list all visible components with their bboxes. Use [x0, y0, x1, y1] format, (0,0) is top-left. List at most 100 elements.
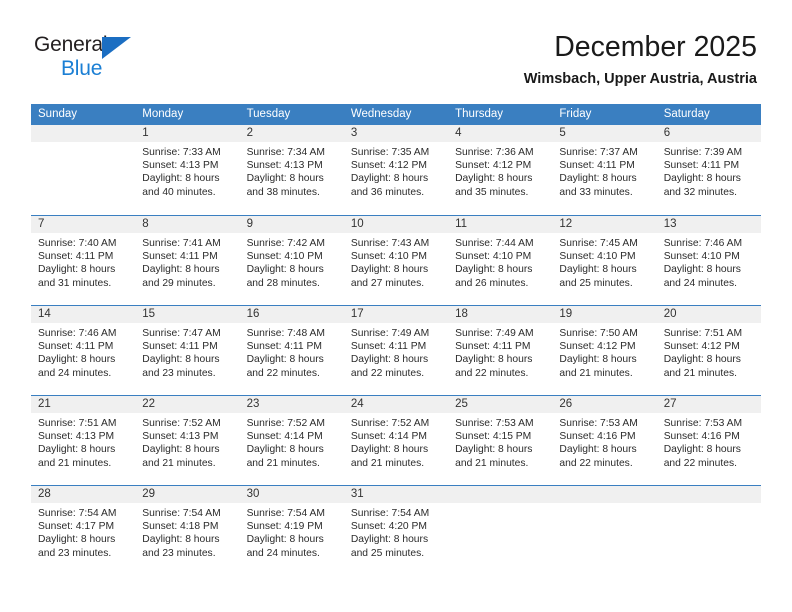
day-info-line: and 33 minutes.: [559, 186, 633, 198]
day-number: 29: [135, 486, 240, 503]
day-info-line: Sunrise: 7:40 AM: [38, 238, 117, 249]
day-info-line: Sunset: 4:11 PM: [455, 341, 531, 353]
day-sun-info: Sunrise: 7:39 AM Sunset: 4:11 PM Daylight:…: [657, 142, 761, 199]
day-info-line: Sunset: 4:10 PM: [350, 251, 427, 263]
day-cell-empty: [656, 486, 761, 575]
day-cell-19[interactable]: 19 Sunrise: 7:50 AM Sunset: 4:12 PM Dayligh…: [552, 306, 657, 395]
day-sun-info: Sunrise: 7:45 AM Sunset: 4:10 PM Daylight:…: [552, 233, 656, 290]
day-number: [448, 486, 553, 503]
day-info-line: Sunrise: 7:37 AM: [559, 147, 638, 158]
day-info-line: and 22 minutes.: [455, 367, 529, 379]
day-sun-info: Sunrise: 7:52 AM Sunset: 4:14 PM Daylight:…: [344, 413, 448, 470]
day-cell-28[interactable]: 28 Sunrise: 7:54 AM Sunset: 4:17 PM Dayligh…: [31, 486, 136, 575]
day-cell-21[interactable]: 21 Sunrise: 7:51 AM Sunset: 4:13 PM Dayligh…: [31, 396, 136, 485]
day-sun-info: Sunrise: 7:42 AM Sunset: 4:10 PM Daylight:…: [240, 233, 344, 290]
day-number: 31: [343, 486, 449, 503]
day-info-line: Sunset: 4:13 PM: [246, 160, 323, 172]
day-cell-13[interactable]: 13 Sunrise: 7:46 AM Sunset: 4:10 PM Dayligh…: [656, 216, 761, 305]
day-number: 3: [343, 125, 449, 142]
day-number: 4: [448, 125, 553, 142]
day-info-line: Sunset: 4:12 PM: [559, 341, 636, 353]
day-number: 25: [448, 396, 553, 413]
day-info-line: and 31 minutes.: [38, 277, 112, 289]
day-info-line: Sunset: 4:14 PM: [350, 431, 427, 443]
day-sun-info: Sunrise: 7:46 AM Sunset: 4:10 PM Daylight:…: [657, 233, 761, 290]
day-cell-4[interactable]: 4 Sunrise: 7:36 AM Sunset: 4:12 PM Daylight…: [448, 125, 553, 215]
day-info-line: Sunset: 4:11 PM: [38, 341, 114, 353]
day-cell-23[interactable]: 23 Sunrise: 7:52 AM Sunset: 4:14 PM Dayligh…: [239, 396, 344, 485]
day-info-line: and 25 minutes.: [350, 547, 425, 559]
day-info-line: Sunset: 4:13 PM: [142, 160, 219, 172]
day-number: [656, 486, 761, 503]
day-cell-17[interactable]: 17 Sunrise: 7:49 AM Sunset: 4:11 PM Dayligh…: [343, 306, 449, 395]
day-info-line: Daylight: 8 hours: [350, 534, 429, 546]
day-cell-31[interactable]: 31 Sunrise: 7:54 AM Sunset: 4:20 PM Dayligh…: [343, 486, 449, 575]
day-sun-info: Sunrise: 7:33 AM Sunset: 4:13 PM Daylight:…: [135, 142, 239, 199]
day-cell-6[interactable]: 6 Sunrise: 7:39 AM Sunset: 4:11 PM Daylight…: [656, 125, 761, 215]
day-cell-9[interactable]: 9 Sunrise: 7:42 AM Sunset: 4:10 PM Daylight…: [239, 216, 344, 305]
day-cell-1[interactable]: 1 Sunrise: 7:33 AM Sunset: 4:13 PM Daylight…: [135, 125, 240, 215]
weekday-header-friday: Friday: [559, 108, 592, 120]
day-info-line: and 36 minutes.: [350, 186, 425, 198]
day-info-line: Sunrise: 7:35 AM: [350, 147, 430, 158]
day-cell-15[interactable]: 15 Sunrise: 7:47 AM Sunset: 4:11 PM Dayligh…: [135, 306, 240, 395]
day-sun-info: Sunrise: 7:48 AM Sunset: 4:11 PM Daylight:…: [240, 323, 344, 380]
day-sun-info: Sunrise: 7:51 AM Sunset: 4:12 PM Daylight:…: [657, 323, 761, 380]
day-info-line: Sunrise: 7:45 AM: [559, 238, 638, 249]
day-info-line: Daylight: 8 hours: [559, 264, 637, 276]
day-cell-25[interactable]: 25 Sunrise: 7:53 AM Sunset: 4:15 PM Dayligh…: [448, 396, 553, 485]
day-info-line: and 21 minutes.: [246, 457, 320, 469]
day-cell-7[interactable]: 7 Sunrise: 7:40 AM Sunset: 4:11 PM Daylight…: [31, 216, 136, 305]
day-cell-22[interactable]: 22 Sunrise: 7:52 AM Sunset: 4:13 PM Dayligh…: [135, 396, 240, 485]
day-cell-16[interactable]: 16 Sunrise: 7:48 AM Sunset: 4:11 PM Dayligh…: [239, 306, 344, 395]
day-cell-8[interactable]: 8 Sunrise: 7:41 AM Sunset: 4:11 PM Daylight…: [135, 216, 240, 305]
day-info-line: Daylight: 8 hours: [246, 354, 324, 366]
day-number: 28: [31, 486, 136, 503]
day-cell-5[interactable]: 5 Sunrise: 7:37 AM Sunset: 4:11 PM Daylight…: [552, 125, 657, 215]
day-info-line: and 22 minutes.: [246, 367, 320, 379]
day-cell-12[interactable]: 12 Sunrise: 7:45 AM Sunset: 4:10 PM Dayligh…: [552, 216, 657, 305]
day-cell-27[interactable]: 27 Sunrise: 7:53 AM Sunset: 4:16 PM Dayligh…: [656, 396, 761, 485]
day-info-line: Sunrise: 7:44 AM: [455, 238, 534, 249]
day-sun-info: [657, 503, 761, 507]
day-info-line: Sunrise: 7:43 AM: [350, 238, 430, 249]
day-cell-29[interactable]: 29 Sunrise: 7:54 AM Sunset: 4:18 PM Dayligh…: [135, 486, 240, 575]
day-cell-2[interactable]: 2 Sunrise: 7:34 AM Sunset: 4:13 PM Daylight…: [239, 125, 344, 215]
day-cell-18[interactable]: 18 Sunrise: 7:49 AM Sunset: 4:11 PM Dayligh…: [448, 306, 553, 395]
day-sun-info: Sunrise: 7:41 AM Sunset: 4:11 PM Daylight:…: [135, 233, 239, 290]
day-cell-11[interactable]: 11 Sunrise: 7:44 AM Sunset: 4:10 PM Dayligh…: [448, 216, 553, 305]
day-info-line: Sunset: 4:12 PM: [663, 341, 740, 353]
day-info-line: Daylight: 8 hours: [142, 354, 220, 366]
day-info-line: Sunrise: 7:54 AM: [38, 508, 117, 519]
day-info-line: and 22 minutes.: [350, 367, 425, 379]
day-info-line: Daylight: 8 hours: [350, 444, 429, 456]
day-cell-20[interactable]: 20 Sunrise: 7:51 AM Sunset: 4:12 PM Dayligh…: [656, 306, 761, 395]
day-info-line: Sunrise: 7:41 AM: [142, 238, 221, 249]
day-info-line: and 21 minutes.: [663, 367, 737, 379]
day-sun-info: Sunrise: 7:54 AM Sunset: 4:18 PM Daylight:…: [135, 503, 239, 560]
day-sun-info: Sunrise: 7:36 AM Sunset: 4:12 PM Daylight:…: [448, 142, 552, 199]
day-info-line: Sunset: 4:17 PM: [38, 521, 115, 533]
day-number: 17: [343, 306, 449, 323]
day-info-line: Daylight: 8 hours: [663, 354, 741, 366]
day-sun-info: Sunrise: 7:53 AM Sunset: 4:16 PM Daylight:…: [657, 413, 761, 470]
day-cell-30[interactable]: 30 Sunrise: 7:54 AM Sunset: 4:19 PM Dayligh…: [239, 486, 344, 575]
day-number: 14: [31, 306, 136, 323]
day-cell-14[interactable]: 14 Sunrise: 7:46 AM Sunset: 4:11 PM Dayligh…: [31, 306, 136, 395]
day-number: 24: [343, 396, 449, 413]
day-info-line: and 21 minutes.: [38, 457, 112, 469]
day-info-line: Daylight: 8 hours: [142, 264, 220, 276]
day-info-line: Daylight: 8 hours: [246, 534, 324, 546]
day-info-line: and 22 minutes.: [559, 457, 633, 469]
day-cell-10[interactable]: 10 Sunrise: 7:43 AM Sunset: 4:10 PM Dayligh…: [343, 216, 449, 305]
day-info-line: and 22 minutes.: [663, 457, 737, 469]
day-info-line: Daylight: 8 hours: [663, 173, 741, 185]
day-cell-24[interactable]: 24 Sunrise: 7:52 AM Sunset: 4:14 PM Dayligh…: [343, 396, 449, 485]
day-info-line: Sunrise: 7:54 AM: [142, 508, 221, 519]
day-info-line: Daylight: 8 hours: [350, 354, 429, 366]
day-number: 10: [343, 216, 449, 233]
day-info-line: Sunrise: 7:51 AM: [663, 328, 743, 339]
day-cell-26[interactable]: 26 Sunrise: 7:53 AM Sunset: 4:16 PM Dayligh…: [552, 396, 657, 485]
day-info-line: Sunrise: 7:47 AM: [142, 328, 221, 339]
day-cell-3[interactable]: 3 Sunrise: 7:35 AM Sunset: 4:12 PM Daylight…: [343, 125, 449, 215]
